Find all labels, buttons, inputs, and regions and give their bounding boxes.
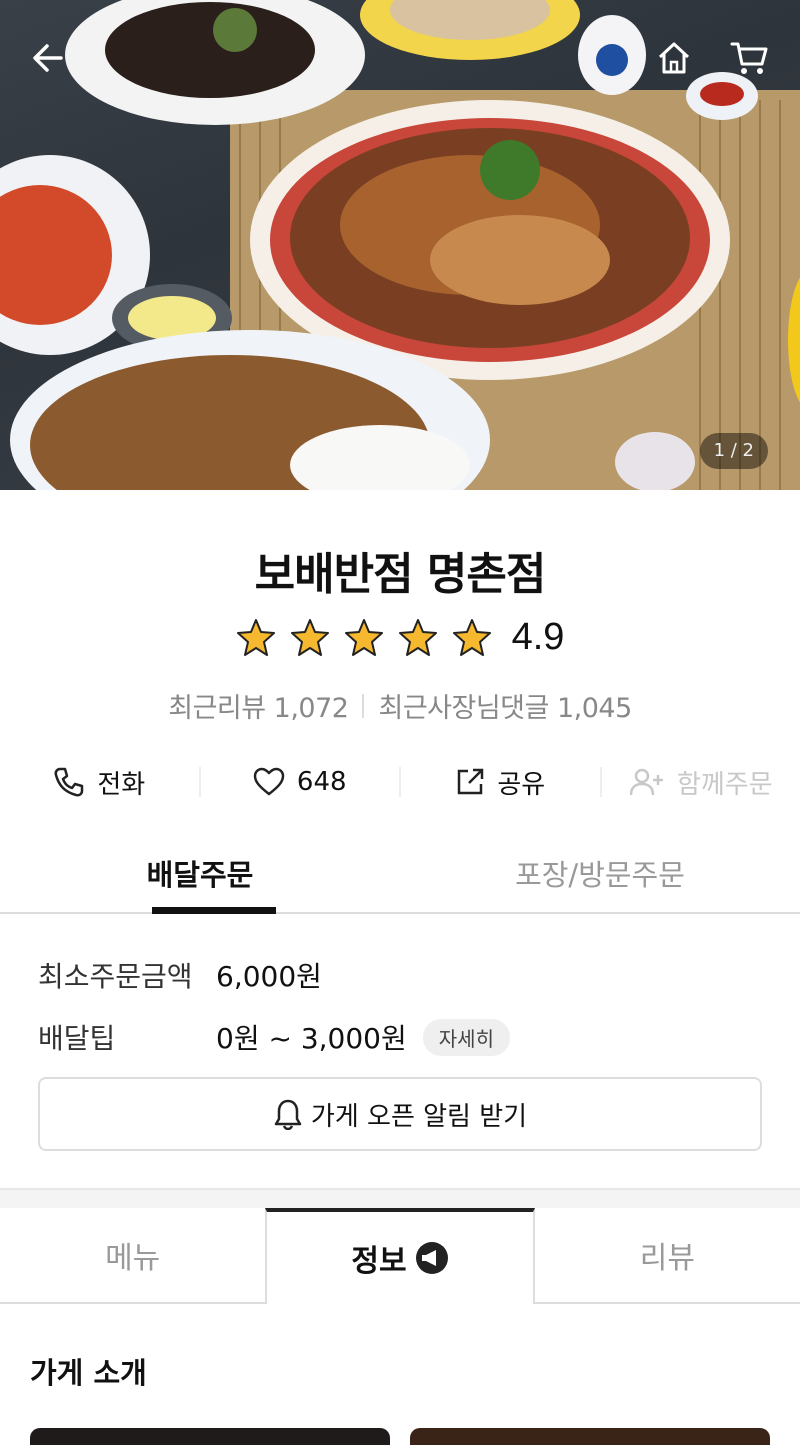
tab-info[interactable]: 정보 xyxy=(265,1208,535,1304)
delivery-info: 최소주문금액 6,000원 배달팁 0원 ~ 3,000원 자세히 xyxy=(38,948,762,1072)
bell-icon xyxy=(274,1099,302,1130)
min-order-label: 최소주문금액 xyxy=(38,960,193,993)
order-type-tabs: 배달주문 포장/방문주문 xyxy=(0,838,800,914)
divider xyxy=(362,693,365,718)
share-label: 공유 xyxy=(497,769,546,800)
open-notification-button[interactable]: 가게 오픈 알림 받기 xyxy=(38,1077,762,1151)
share-button[interactable]: 공유 xyxy=(401,755,600,809)
store-name: 보배반점 명촌점 xyxy=(254,549,547,600)
open-notification-label: 가게 오픈 알림 받기 xyxy=(310,1101,528,1132)
like-button[interactable]: 648 xyxy=(201,755,400,809)
star-icon xyxy=(236,618,275,656)
intro-photo[interactable] xyxy=(410,1428,770,1445)
delivery-tip-value: 0원 ~ 3,000원 xyxy=(216,1022,407,1055)
tab-pickup[interactable]: 포장/방문주문 xyxy=(400,838,800,912)
add-user-icon xyxy=(629,768,663,796)
arrow-left-icon xyxy=(33,44,63,72)
tab-menu[interactable]: 메뉴 xyxy=(0,1208,266,1302)
store-intro-title: 가게 소개 xyxy=(30,1356,147,1390)
section-divider xyxy=(0,1188,800,1208)
heart-icon xyxy=(253,767,285,796)
delivery-tip-label: 배달팁 xyxy=(38,1022,116,1055)
star-icon xyxy=(290,618,329,656)
tab-info-label: 정보 xyxy=(351,1244,407,1279)
hero-photo[interactable]: 1 / 2 xyxy=(0,0,800,490)
intro-photos xyxy=(30,1428,770,1445)
star-icon xyxy=(452,618,491,656)
owner-replies-count[interactable]: 최근사장님댓글 1,045 xyxy=(378,686,632,725)
tab-reviews[interactable]: 리뷰 xyxy=(534,1208,800,1302)
tab-delivery[interactable]: 배달주문 xyxy=(0,838,400,914)
delivery-tip-row: 배달팁 0원 ~ 3,000원 자세히 xyxy=(38,1010,762,1064)
rating-score: 4.9 xyxy=(511,616,565,658)
main-tabs: 메뉴 정보 리뷰 xyxy=(0,1208,800,1304)
star-icon xyxy=(344,618,383,656)
review-counts: 최근리뷰 1,072 최근사장님댓글 1,045 xyxy=(0,686,800,725)
min-order-value: 6,000원 xyxy=(216,960,322,993)
cart-icon xyxy=(730,42,768,74)
home-button[interactable] xyxy=(650,32,698,84)
call-button[interactable]: 전화 xyxy=(0,755,199,809)
tip-detail-button[interactable]: 자세히 xyxy=(422,1018,510,1056)
recent-reviews-count[interactable]: 최근리뷰 1,072 xyxy=(168,686,349,725)
phone-icon xyxy=(54,767,84,797)
star-rating xyxy=(236,618,492,658)
rating-row: 4.9 xyxy=(0,616,800,659)
call-label: 전화 xyxy=(97,769,146,800)
tab-menu-label: 메뉴 xyxy=(105,1241,161,1276)
min-order-row: 최소주문금액 6,000원 xyxy=(38,948,762,1002)
share-icon xyxy=(458,768,484,795)
back-button[interactable] xyxy=(24,32,72,84)
tab-reviews-label: 리뷰 xyxy=(639,1241,695,1276)
group-order-button[interactable]: 함께주문 xyxy=(602,755,800,809)
home-icon xyxy=(658,42,690,74)
like-count: 648 xyxy=(296,767,347,797)
group-order-label: 함께주문 xyxy=(676,769,773,800)
intro-photo[interactable] xyxy=(30,1428,390,1445)
action-row: 전화 648 공유 함께주문 xyxy=(0,755,800,809)
cart-button[interactable] xyxy=(726,32,774,84)
star-icon xyxy=(398,618,437,656)
megaphone-icon xyxy=(415,1242,448,1274)
photo-pager: 1 / 2 xyxy=(699,433,768,469)
